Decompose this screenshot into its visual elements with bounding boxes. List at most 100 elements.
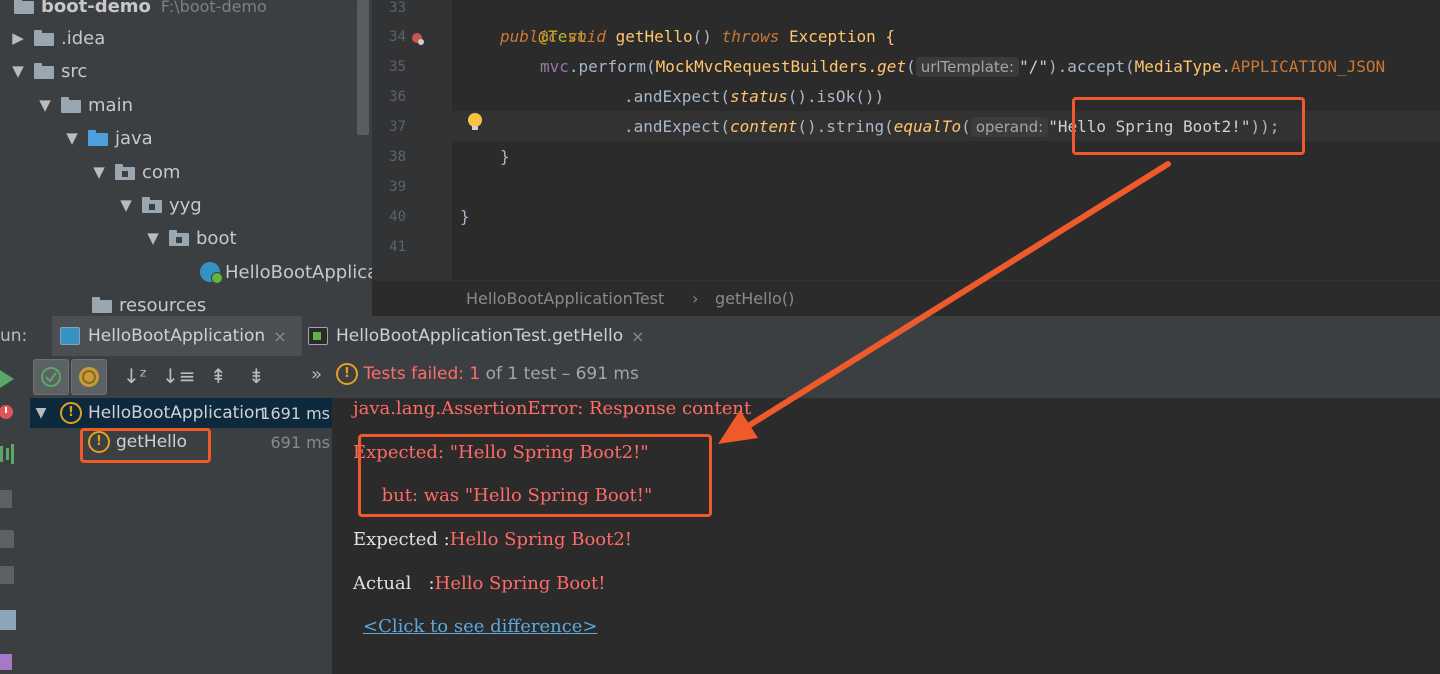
- test-runner-toolbar: ↓ᶻ ↓≡ ⇞ ⇟ » ! Tests failed: 1 of 1 test …: [30, 356, 1440, 398]
- code-line-33: @Test: [500, 0, 587, 46]
- collapse-all-icon[interactable]: ⇟: [248, 364, 265, 388]
- code-token: (: [906, 57, 916, 76]
- more-actions-icon[interactable]: »: [311, 364, 322, 385]
- code-token: throws: [721, 27, 780, 46]
- see-difference-link[interactable]: <Click to see difference>: [363, 616, 598, 637]
- tree-item-label: boot: [196, 227, 237, 249]
- chevron-right-icon[interactable]: ▶: [8, 29, 28, 47]
- tree-item-label: boot-demo: [41, 0, 151, 17]
- tree-item-label: com: [142, 161, 181, 183]
- line-number: 39: [389, 179, 406, 195]
- code-token: content: [729, 117, 798, 136]
- code-token: equalTo: [893, 117, 962, 136]
- camera-icon[interactable]: [0, 530, 14, 548]
- tab-hellobootapplicationtest-gethello[interactable]: HelloBootApplicationTest.getHello ×: [300, 316, 653, 356]
- test-status: ! Tests failed: 1 of 1 test – 691 ms: [336, 363, 639, 385]
- layout-icon[interactable]: [0, 610, 16, 630]
- tree-item-hellobootapplication[interactable]: HelloBootApplicat: [200, 257, 372, 287]
- show-passed-button[interactable]: [33, 359, 69, 395]
- settings-icon[interactable]: [0, 654, 12, 670]
- tree-item-idea[interactable]: ▶ .idea: [8, 23, 105, 53]
- folder-icon: [34, 63, 54, 79]
- chevron-down-icon[interactable]: ▼: [30, 405, 52, 421]
- run-label: un:: [0, 326, 28, 346]
- show-ignored-button[interactable]: [71, 359, 107, 395]
- test-case-time: 691 ms: [270, 432, 330, 452]
- code-token: Exception {: [789, 27, 895, 46]
- tree-item-com[interactable]: ▼ com: [89, 157, 180, 187]
- package-icon: [115, 164, 135, 180]
- code-token: MediaType.: [1134, 57, 1231, 76]
- ignored-icon: [79, 367, 99, 387]
- code-line-35: mvc.perform(MockMvcRequestBuilders.get(u…: [540, 52, 1385, 82]
- breadcrumb-class[interactable]: HelloBootApplicationTest: [466, 289, 664, 308]
- expected-comparison-line: Expected :Hello Spring Boot2!: [353, 529, 632, 550]
- package-icon: [169, 230, 189, 246]
- tree-item-yyg[interactable]: ▼ yyg: [116, 190, 202, 220]
- chevron-down-icon[interactable]: ▼: [116, 196, 136, 214]
- editor-breadcrumb: HelloBootApplicationTest › getHello(): [372, 280, 1440, 316]
- actual-value: Hello Spring Boot!: [434, 573, 606, 594]
- breadcrumb-method[interactable]: getHello(): [715, 289, 794, 308]
- sort-alphabetically-icon[interactable]: ↓ᶻ: [123, 364, 147, 388]
- test-suite-row[interactable]: ▼ ! HelloBootApplication 1691 ms: [30, 398, 332, 428]
- chevron-down-icon[interactable]: ▼: [143, 229, 163, 247]
- tree-item-label: src: [61, 60, 88, 82]
- code-line-38: }: [500, 142, 510, 172]
- code-editor[interactable]: 33 34 35 36 37 38 39 40 41 @Test public …: [372, 0, 1440, 316]
- code-token: get: [877, 57, 907, 76]
- expected-label: Expected :: [353, 529, 450, 550]
- breadcrumb-separator: ›: [692, 289, 699, 308]
- project-scrollbar[interactable]: [357, 0, 369, 135]
- warning-icon: !: [60, 402, 82, 424]
- dump-threads-icon[interactable]: [0, 490, 12, 508]
- test-suite-time: 1691 ms: [260, 403, 330, 423]
- tab-hellobootapplication[interactable]: HelloBootApplication ×: [52, 316, 302, 356]
- code-token: mvc: [540, 57, 569, 76]
- actual-comparison-line: Actual :Hello Spring Boot!: [353, 573, 605, 594]
- run-side-toolbar: [0, 356, 30, 674]
- code-token: APPLICATION_JSON: [1231, 57, 1386, 76]
- code-token: .perform(: [568, 57, 656, 76]
- exit-icon[interactable]: [0, 566, 14, 584]
- tree-item-main[interactable]: ▼ main: [35, 90, 133, 120]
- chevron-down-icon[interactable]: ▼: [8, 62, 28, 80]
- tree-item-boot[interactable]: ▼ boot: [143, 223, 237, 253]
- toggle-auto-test-icon[interactable]: [0, 444, 16, 464]
- line-number: 36: [389, 89, 406, 105]
- warning-icon: !: [336, 363, 358, 385]
- tree-item-boot-demo[interactable]: boot-demo F:\boot-demo: [8, 0, 267, 21]
- expand-all-icon[interactable]: ⇞: [210, 364, 227, 388]
- status-rest: of 1 test – 691 ms: [480, 364, 639, 384]
- line-number: 33: [389, 0, 406, 16]
- chevron-down-icon[interactable]: ▼: [62, 129, 82, 147]
- code-token: ).accept(: [1047, 57, 1135, 76]
- code-token: void: [567, 27, 606, 46]
- annotation-box-test-case: [80, 428, 211, 463]
- source-folder-icon: [88, 130, 108, 146]
- close-icon[interactable]: ×: [631, 327, 644, 346]
- tree-item-java[interactable]: ▼ java: [62, 123, 153, 153]
- stop-failed-icon[interactable]: [0, 404, 16, 420]
- rerun-icon[interactable]: [0, 370, 16, 388]
- lightbulb-icon[interactable]: [468, 113, 482, 131]
- run-tab-bar: un: HelloBootApplication × HelloBootAppl…: [0, 316, 1440, 357]
- tree-item-label: .idea: [61, 27, 106, 49]
- tree-item-resources[interactable]: resources: [86, 290, 206, 316]
- line-number: 38: [389, 149, 406, 165]
- run-test-gutter-icon[interactable]: [410, 31, 426, 47]
- code-token: }: [500, 147, 510, 166]
- line-number: 37: [389, 119, 406, 135]
- close-icon[interactable]: ×: [273, 327, 286, 346]
- chevron-down-icon[interactable]: ▼: [35, 96, 55, 114]
- tree-item-src[interactable]: ▼ src: [8, 56, 87, 86]
- chevron-down-icon[interactable]: ▼: [89, 163, 109, 181]
- code-token: "/": [1019, 57, 1048, 76]
- tree-item-label: java: [115, 127, 153, 149]
- actual-label: Actual :: [353, 573, 435, 594]
- application-icon: [60, 327, 80, 345]
- error-line: java.lang.AssertionError: Response conte…: [353, 398, 752, 419]
- sort-by-duration-icon[interactable]: ↓≡: [162, 364, 196, 388]
- spring-boot-class-icon: [200, 262, 223, 284]
- parameter-hint: urlTemplate:: [915, 57, 1020, 77]
